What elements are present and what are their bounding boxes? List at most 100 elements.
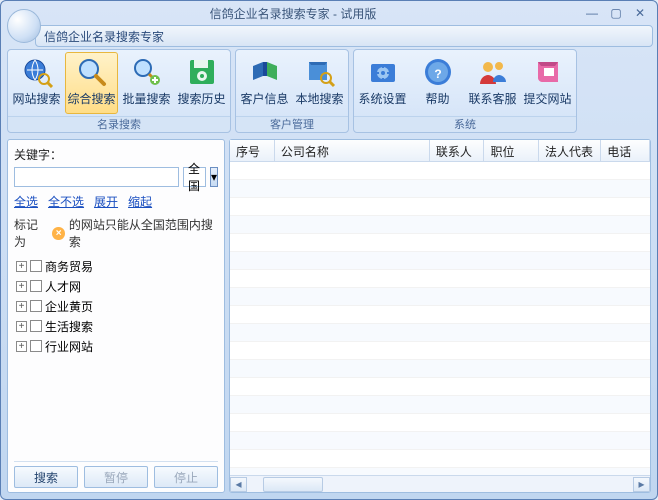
region-select[interactable]: 全国	[183, 167, 206, 187]
tree-node[interactable]: + 企业黄页	[14, 296, 218, 316]
left-panel: 关键字： 全国 ▾ 全选 全不选 展开 缩起 标记为 × 的网站只能从全国范围内…	[7, 139, 225, 493]
results-panel: 序号公司名称联系人职位法人代表电话 ◂ ▸	[229, 139, 651, 493]
table-row	[230, 342, 650, 360]
tree-node[interactable]: + 商务贸易	[14, 256, 218, 276]
workarea: 关键字： 全国 ▾ 全选 全不选 展开 缩起 标记为 × 的网站只能从全国范围内…	[7, 139, 651, 493]
ribbon-button-label: 网站搜索	[12, 90, 60, 107]
keyword-input[interactable]	[14, 167, 179, 187]
selection-links: 全选 全不选 展开 缩起	[14, 193, 218, 210]
table-row	[230, 306, 650, 324]
table-row	[230, 252, 650, 270]
pause-button[interactable]: 暂停	[84, 466, 148, 488]
ribbon-button-label: 客户信息	[240, 90, 288, 107]
ribbon-button-label: 本地搜索	[295, 90, 343, 107]
scroll-right-button[interactable]: ▸	[633, 477, 650, 492]
ribbon-group-title: 客户管理	[236, 116, 348, 132]
ribbon-button-label: 批量搜索	[122, 90, 170, 107]
tree-checkbox[interactable]	[30, 320, 42, 332]
table-row	[230, 414, 650, 432]
globe-search-icon	[21, 56, 53, 88]
ribbon-book-magnifier-button[interactable]: 本地搜索	[293, 52, 346, 114]
tree-checkbox[interactable]	[30, 260, 42, 272]
app-orb[interactable]	[7, 9, 41, 43]
ribbon-button-label: 搜索历史	[177, 90, 225, 107]
ribbon-books-button[interactable]: 客户信息	[238, 52, 291, 114]
search-button[interactable]: 搜索	[14, 466, 78, 488]
svg-text:?: ?	[434, 67, 441, 81]
maximize-button[interactable]: ▢	[605, 5, 627, 21]
close-button[interactable]: ✕	[629, 5, 651, 21]
table-body	[230, 162, 650, 475]
select-none-link[interactable]: 全不选	[48, 193, 84, 210]
tree-checkbox[interactable]	[30, 280, 42, 292]
menu-tab[interactable]: 信鸽企业名录搜索专家	[35, 25, 653, 47]
help-icon: ?	[422, 56, 454, 88]
tree-expand-icon[interactable]: +	[16, 341, 27, 352]
ribbon-globe-search-button[interactable]: 网站搜索	[10, 52, 63, 114]
table-row	[230, 270, 650, 288]
people-icon	[477, 56, 509, 88]
ribbon-gear-box-button[interactable]: 系统设置	[356, 52, 409, 114]
ribbon-help-button[interactable]: ?帮助	[411, 52, 464, 114]
region-dropdown-button[interactable]: ▾	[210, 167, 218, 187]
scroll-left-button[interactable]: ◂	[230, 477, 247, 492]
column-header[interactable]: 序号	[230, 140, 275, 161]
keyword-label: 关键字：	[14, 146, 62, 163]
tree-expand-icon[interactable]: +	[16, 261, 27, 272]
column-header[interactable]: 电话	[601, 140, 650, 161]
ribbon-group-title: 系统	[354, 116, 576, 132]
ribbon-button-label: 系统设置	[358, 90, 406, 107]
table-row	[230, 216, 650, 234]
ribbon-pink-book-button[interactable]: 提交网站	[521, 52, 574, 114]
tree-expand-icon[interactable]: +	[16, 281, 27, 292]
ribbon-floppy-button[interactable]: 搜索历史	[175, 52, 228, 114]
scroll-thumb[interactable]	[263, 477, 323, 492]
book-magnifier-icon	[304, 56, 336, 88]
ribbon-group: 客户信息本地搜索客户管理	[235, 49, 349, 133]
region-value: 全国	[188, 160, 201, 194]
stop-button[interactable]: 停止	[154, 466, 218, 488]
ribbon-magnifier-button[interactable]: 综合搜索	[65, 52, 118, 114]
column-header[interactable]: 法人代表	[539, 140, 601, 161]
tree-node-label: 商务贸易	[45, 258, 93, 275]
ribbon-group: 系统设置 ?帮助联系客服提交网站系统	[353, 49, 577, 133]
tree-expand-icon[interactable]: +	[16, 321, 27, 332]
ribbon-magnifier-plus-button[interactable]: 批量搜索	[120, 52, 173, 114]
books-icon	[249, 56, 281, 88]
tree-node-label: 企业黄页	[45, 298, 93, 315]
titlebar: 信鸽企业名录搜索专家 - 试用版 — ▢ ✕	[1, 1, 657, 25]
collapse-link[interactable]: 缩起	[128, 193, 152, 210]
expand-link[interactable]: 展开	[94, 193, 118, 210]
tree-node-label: 人才网	[45, 278, 81, 295]
tree-node-label: 行业网站	[45, 338, 93, 355]
column-header[interactable]: 联系人	[430, 140, 485, 161]
warning-dot-icon: ×	[52, 227, 64, 240]
table-row	[230, 450, 650, 468]
column-header[interactable]: 职位	[484, 140, 539, 161]
gear-box-icon	[367, 56, 399, 88]
table-row	[230, 234, 650, 252]
ribbon-button-label: 联系客服	[468, 90, 516, 107]
horizontal-scrollbar[interactable]: ◂ ▸	[230, 475, 650, 492]
tree-node[interactable]: + 人才网	[14, 276, 218, 296]
tree-node[interactable]: + 生活搜索	[14, 316, 218, 336]
tree-checkbox[interactable]	[30, 340, 42, 352]
tree-node-label: 生活搜索	[45, 318, 93, 335]
ribbon-people-button[interactable]: 联系客服	[466, 52, 519, 114]
tree-checkbox[interactable]	[30, 300, 42, 312]
column-header[interactable]: 公司名称	[275, 140, 430, 161]
table-row	[230, 162, 650, 180]
ribbon-group-title: 名录搜索	[8, 116, 230, 132]
table-row	[230, 360, 650, 378]
ribbon: 网站搜索综合搜索批量搜索搜索历史名录搜索客户信息本地搜索客户管理系统设置 ?帮助联…	[7, 49, 651, 133]
scroll-track[interactable]	[247, 477, 633, 492]
tree-node[interactable]: + 行业网站	[14, 336, 218, 356]
select-all-link[interactable]: 全选	[14, 193, 38, 210]
table-row	[230, 180, 650, 198]
table-row	[230, 396, 650, 414]
tree-expand-icon[interactable]: +	[16, 301, 27, 312]
pink-book-icon	[532, 56, 564, 88]
window-title: 信鸽企业名录搜索专家 - 试用版	[210, 5, 377, 22]
table-row	[230, 432, 650, 450]
minimize-button[interactable]: —	[581, 5, 603, 21]
